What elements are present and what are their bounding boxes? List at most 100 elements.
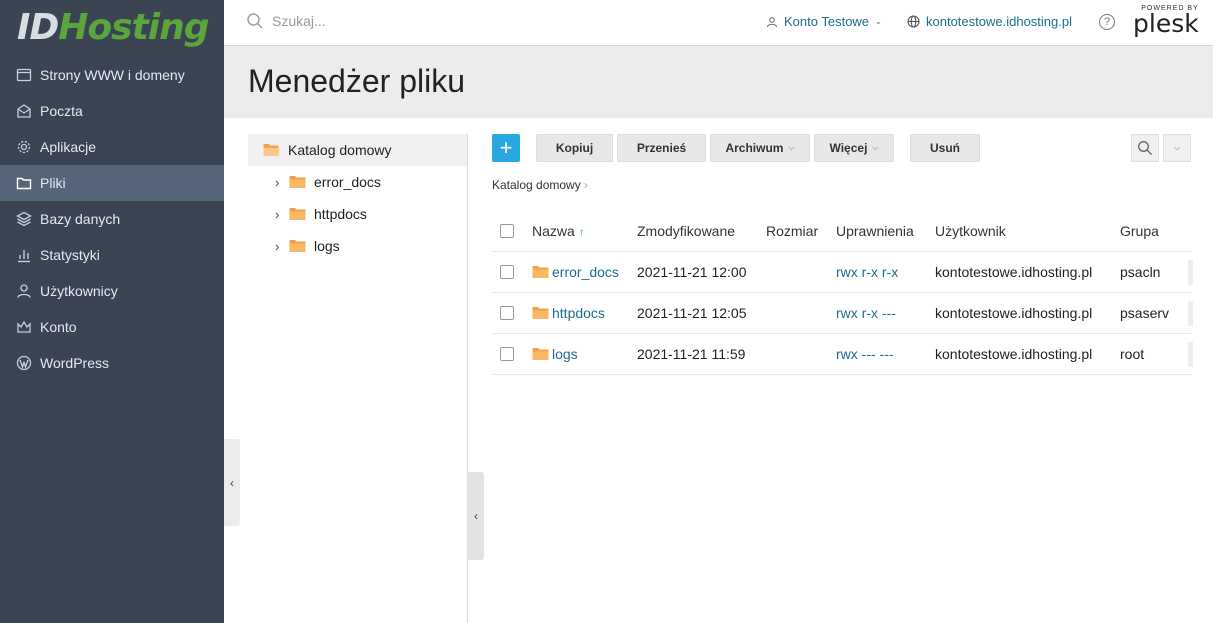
sidebar-item-applications[interactable]: Aplikacje — [0, 129, 224, 165]
folder-icon — [16, 175, 32, 191]
sidebar-item-label: Strony WWW i domeny — [40, 67, 185, 83]
tree-collapse-handle[interactable]: ‹ — [468, 472, 484, 560]
modified-cell: 2021-11-21 12:00 — [637, 264, 747, 280]
table-row: error_docs 2021-11-21 12:00 rwx r-x r-x … — [492, 252, 1193, 293]
row-checkbox[interactable] — [500, 347, 514, 361]
breadcrumb: Katalog domowy › — [492, 178, 588, 192]
move-button[interactable]: Przenieś — [617, 134, 706, 162]
search-input[interactable]: Szukaj... — [246, 12, 326, 30]
folder-icon — [289, 239, 306, 253]
row-actions-button[interactable] — [1188, 301, 1193, 326]
file-name-link[interactable]: httpdocs — [552, 305, 605, 321]
delete-button[interactable]: Usuń — [910, 134, 980, 162]
globe-icon — [907, 15, 920, 28]
more-button[interactable]: Więcej ⌵ — [814, 134, 894, 162]
sidebar: IDHosting Strony WWW i domeny Poczta Apl… — [0, 0, 224, 623]
archive-button[interactable]: Archiwum ⌵ — [710, 134, 810, 162]
column-user[interactable]: Użytkownik — [935, 223, 1120, 239]
copy-button-label: Kopiuj — [555, 141, 594, 155]
sidebar-item-databases[interactable]: Bazy danych — [0, 201, 224, 237]
column-name-label: Nazwa — [532, 222, 575, 239]
select-all-checkbox[interactable] — [500, 223, 514, 238]
plesk-logo: POWERED BY plesk — [1133, 5, 1199, 37]
modified-cell: 2021-11-21 12:05 — [637, 305, 747, 321]
user-cell: kontotestowe.idhosting.pl — [935, 264, 1093, 280]
search-placeholder: Szukaj... — [272, 13, 326, 29]
move-button-label: Przenieś — [636, 141, 687, 155]
tree-item-logs[interactable]: › logs — [248, 230, 467, 262]
sidebar-item-label: Bazy danych — [40, 211, 121, 227]
logo[interactable]: IDHosting — [0, 0, 224, 57]
chevron-right-icon[interactable]: › — [275, 239, 289, 254]
add-button[interactable]: + — [492, 134, 520, 162]
search-options-button[interactable]: ⌵ — [1163, 134, 1191, 162]
folder-icon — [289, 175, 306, 189]
tree-item-label: httpdocs — [314, 206, 367, 222]
column-group[interactable]: Grupa — [1120, 223, 1191, 239]
folder-icon — [532, 347, 549, 361]
chevron-left-icon: ‹ — [474, 509, 478, 523]
chevron-down-icon: ⌵ — [1173, 143, 1181, 152]
sidebar-collapse-handle[interactable]: ‹ — [224, 439, 240, 526]
title-band: Menedżer pliku — [224, 46, 1213, 118]
chevron-right-icon: › — [583, 178, 588, 192]
chevron-down-icon: ⌵ — [872, 143, 879, 152]
sidebar-item-files[interactable]: Pliki — [0, 165, 224, 201]
file-name-link[interactable]: logs — [552, 346, 578, 362]
tree-item-label: logs — [314, 238, 340, 254]
sidebar-item-account[interactable]: Konto — [0, 309, 224, 345]
row-actions-button[interactable] — [1188, 260, 1193, 285]
sidebar-item-label: Aplikacje — [40, 139, 97, 155]
permissions-link[interactable]: rwx r-x r-x — [836, 264, 935, 280]
row-checkbox[interactable] — [500, 265, 514, 279]
sort-ascending-icon: ↑ — [578, 224, 585, 239]
column-modified[interactable]: Zmodyfikowane — [637, 223, 766, 239]
folder-open-icon — [263, 143, 280, 157]
sidebar-item-statistics[interactable]: Statystyki — [0, 237, 224, 273]
table-row: httpdocs 2021-11-21 12:05 rwx r-x --- ko… — [492, 293, 1193, 334]
sidebar-item-label: Konto — [40, 319, 77, 335]
row-checkbox[interactable] — [500, 306, 514, 320]
chevron-right-icon[interactable]: › — [275, 175, 289, 190]
chevron-right-icon[interactable]: › — [275, 207, 289, 222]
column-permissions[interactable]: Uprawnienia — [836, 223, 935, 239]
delete-button-label: Usuń — [930, 141, 960, 155]
account-icon — [16, 319, 32, 335]
tree-item-root[interactable]: Katalog domowy — [248, 134, 467, 166]
top-header: Szukaj... Konto Testowe ⌄ kontotestowe.i… — [224, 0, 1213, 46]
plesk-wordmark: plesk — [1133, 9, 1199, 38]
group-cell: psaserv — [1120, 305, 1170, 321]
permissions-link[interactable]: rwx --- --- — [836, 346, 935, 362]
tree-item-httpdocs[interactable]: › httpdocs — [248, 198, 467, 230]
breadcrumb-item[interactable]: Katalog domowy — [492, 178, 581, 192]
user-cell: kontotestowe.idhosting.pl — [935, 305, 1093, 321]
column-name[interactable]: Nazwa ↑ — [532, 223, 637, 239]
globe-icon — [16, 67, 32, 83]
file-table: Nazwa ↑ Zmodyfikowane Rozmiar Uprawnienia… — [492, 210, 1193, 375]
user-cell: kontotestowe.idhosting.pl — [935, 346, 1093, 362]
logo-text-id: ID — [17, 7, 59, 48]
search-toggle-button[interactable] — [1131, 134, 1159, 162]
file-toolbar: + Kopiuj Przenieś Archiwum ⌵ Więcej ⌵ Usuń… — [492, 134, 1191, 162]
sidebar-item-mail[interactable]: Poczta — [0, 93, 224, 129]
row-check-cell — [492, 306, 532, 320]
user-icon — [16, 283, 32, 299]
sidebar-item-users[interactable]: Użytkownicy — [0, 273, 224, 309]
column-size[interactable]: Rozmiar — [766, 223, 836, 239]
chevron-down-icon: ⌵ — [788, 143, 795, 152]
logo-text-hosting: Hosting — [58, 7, 209, 48]
domain-link[interactable]: kontotestowe.idhosting.pl — [907, 14, 1072, 29]
modified-cell: 2021-11-21 11:59 — [637, 346, 746, 362]
sidebar-item-websites[interactable]: Strony WWW i domeny — [0, 57, 224, 93]
permissions-link[interactable]: rwx r-x --- — [836, 305, 935, 321]
gear-icon — [16, 139, 32, 155]
account-menu[interactable]: Konto Testowe ⌄ — [766, 14, 882, 29]
help-icon[interactable]: ? — [1099, 14, 1115, 30]
file-name-link[interactable]: error_docs — [552, 264, 619, 280]
row-actions-button[interactable] — [1188, 342, 1193, 367]
sidebar-item-label: Pliki — [40, 175, 66, 191]
mail-icon — [16, 103, 32, 119]
sidebar-item-wordpress[interactable]: WordPress — [0, 345, 224, 381]
tree-item-error-docs[interactable]: › error_docs — [248, 166, 467, 198]
copy-button[interactable]: Kopiuj — [536, 134, 613, 162]
